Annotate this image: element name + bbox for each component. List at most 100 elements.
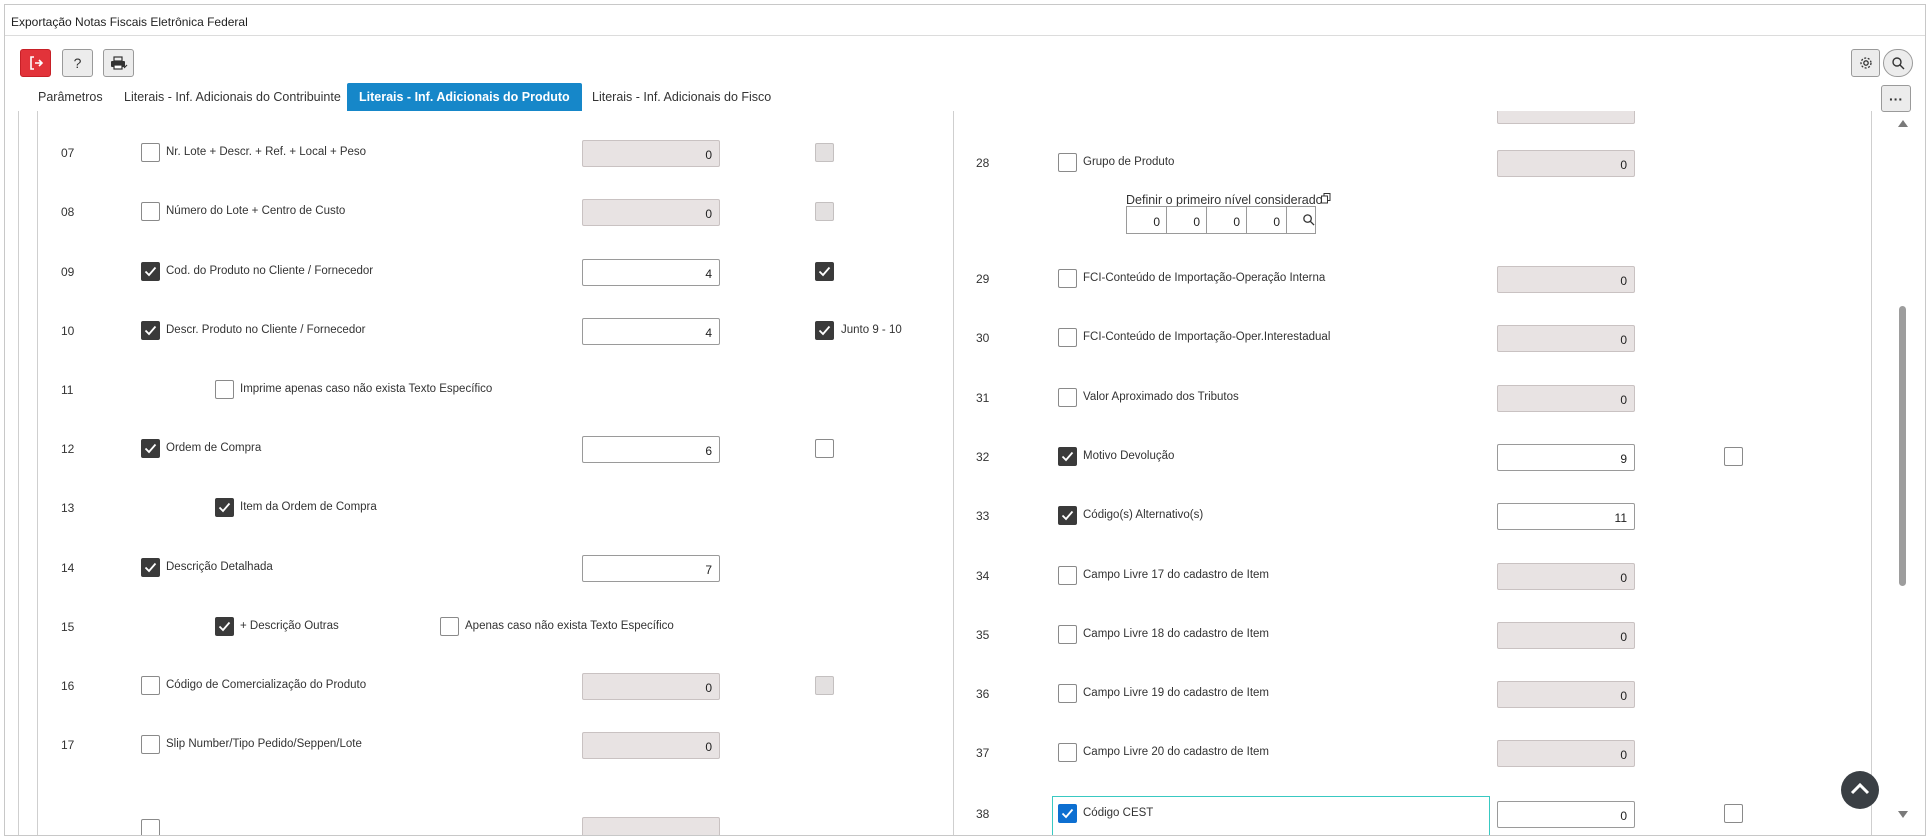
row-number: 35 xyxy=(976,628,990,642)
group-level-search-button[interactable] xyxy=(1286,206,1316,234)
tab-contribuinte[interactable]: Literais - Inf. Adicionais do Contribuin… xyxy=(112,83,353,111)
help-button[interactable]: ? xyxy=(62,49,93,77)
row-35-checkbox[interactable] xyxy=(1058,625,1077,644)
row-34-checkbox[interactable] xyxy=(1058,566,1077,585)
row-16-position-field: 0 xyxy=(582,673,720,700)
row-32-position-field[interactable]: 9 xyxy=(1497,444,1635,471)
row-09-checkbox[interactable] xyxy=(141,262,160,281)
row-32-extra-checkbox[interactable] xyxy=(1724,447,1743,466)
group-level-1[interactable]: 0 xyxy=(1126,206,1167,234)
row-07-label: Nr. Lote + Descr. + Ref. + Local + Peso xyxy=(166,146,367,158)
row-10-label: Descr. Produto no Cliente / Fornecedor xyxy=(166,324,366,336)
row-09-extra-checkbox[interactable] xyxy=(815,262,834,281)
row-12-extra-checkbox[interactable] xyxy=(815,439,834,458)
group-level-3[interactable]: 0 xyxy=(1206,206,1247,234)
row-number: 07 xyxy=(61,146,75,160)
row-33-checkbox[interactable] xyxy=(1058,506,1077,525)
row-number: 16 xyxy=(61,679,75,693)
tab-parametros[interactable]: Parâmetros xyxy=(26,83,115,111)
row-11-sub-label: Imprime apenas caso não exista Texto Esp… xyxy=(240,383,493,395)
row-28-checkbox[interactable] xyxy=(1058,153,1077,172)
row-number: 32 xyxy=(976,450,990,464)
row-33-position-field[interactable]: 11 xyxy=(1497,503,1635,530)
row-38-position-field[interactable]: 0 xyxy=(1497,801,1635,828)
left-section-border xyxy=(37,111,38,835)
row-07-checkbox[interactable] xyxy=(141,143,160,162)
row-13-sub-checkbox[interactable] xyxy=(215,498,234,517)
row-38-extra-checkbox[interactable] xyxy=(1724,804,1743,823)
exit-icon xyxy=(28,55,44,71)
print-button[interactable] xyxy=(103,49,134,77)
title-divider xyxy=(5,35,1925,36)
row-08-checkbox[interactable] xyxy=(141,202,160,221)
exit-button[interactable] xyxy=(20,49,51,77)
window-title: Exportação Notas Fiscais Eletrônica Fede… xyxy=(11,15,248,29)
row-34-position-field: 0 xyxy=(1497,563,1635,590)
row-35-position-field: 0 xyxy=(1497,622,1635,649)
row-29-checkbox[interactable] xyxy=(1058,269,1077,288)
search-button[interactable] xyxy=(1883,49,1913,77)
row-32-label: Motivo Devolução xyxy=(1083,450,1175,462)
row-33-label: Código(s) Alternativo(s) xyxy=(1083,509,1204,521)
more-button[interactable]: ··· xyxy=(1881,85,1911,112)
right-border xyxy=(1871,111,1872,835)
row-15-sub-checkbox[interactable] xyxy=(215,617,234,636)
row-number: 34 xyxy=(976,569,990,583)
row-17-label: Slip Number/Tipo Pedido/Seppen/Lote xyxy=(166,738,362,750)
row-12-checkbox[interactable] xyxy=(141,439,160,458)
row-16-label: Código de Comercialização do Produto xyxy=(166,679,367,691)
row-09-position-field[interactable]: 4 xyxy=(582,259,720,286)
group-level-label: Definir o primeiro nível considerado xyxy=(1126,193,1323,207)
row-31-label: Valor Aproximado dos Tributos xyxy=(1083,391,1239,403)
row-31-position-field: 0 xyxy=(1497,385,1635,412)
row-08-position-field: 0 xyxy=(582,199,720,226)
row-14-label: Descrição Detalhada xyxy=(166,561,273,573)
row-16-extra-checkbox xyxy=(815,676,834,695)
group-level-4[interactable]: 0 xyxy=(1246,206,1287,234)
row-number: 30 xyxy=(976,331,990,345)
row-16-checkbox[interactable] xyxy=(141,676,160,695)
row-30-checkbox[interactable] xyxy=(1058,328,1077,347)
row-11-sub-checkbox[interactable] xyxy=(215,380,234,399)
scroll-up-arrow[interactable] xyxy=(1895,115,1911,135)
row-08-extra-checkbox xyxy=(815,202,834,221)
row-07-position-field: 0 xyxy=(582,140,720,167)
row-09-label: Cod. do Produto no Cliente / Fornecedor xyxy=(166,265,374,277)
row-36-checkbox[interactable] xyxy=(1058,684,1077,703)
row-29-position-field: 0 xyxy=(1497,266,1635,293)
row-number: 36 xyxy=(976,687,990,701)
row-18-checkbox[interactable] xyxy=(141,819,160,835)
row-29-label: FCI-Conteúdo de Importação-Operação Inte… xyxy=(1083,272,1326,284)
scrollbar-thumb[interactable] xyxy=(1899,306,1906,586)
row-13-sub-label: Item da Ordem de Compra xyxy=(240,501,377,513)
settings-button[interactable] xyxy=(1851,49,1880,77)
row-14-position-field[interactable]: 7 xyxy=(582,555,720,582)
row-number: 08 xyxy=(61,205,75,219)
tab-fisco[interactable]: Literais - Inf. Adicionais do Fisco xyxy=(580,83,783,111)
tab-produto[interactable]: Literais - Inf. Adicionais do Produto xyxy=(347,83,582,111)
row-17-checkbox[interactable] xyxy=(141,735,160,754)
row-34-label: Campo Livre 17 do cadastro de Item xyxy=(1083,569,1270,581)
row-31-checkbox[interactable] xyxy=(1058,388,1077,407)
row-10-checkbox[interactable] xyxy=(141,321,160,340)
row-10-position-field[interactable]: 4 xyxy=(582,318,720,345)
row-number: 33 xyxy=(976,509,990,523)
app-window: Exportação Notas Fiscais Eletrônica Fede… xyxy=(4,4,1926,836)
scroll-to-top-button[interactable] xyxy=(1841,771,1879,809)
scrollbar[interactable] xyxy=(1895,111,1911,835)
row-36-position-field: 0 xyxy=(1497,681,1635,708)
row-number: 13 xyxy=(61,501,75,515)
group-level-2[interactable]: 0 xyxy=(1166,206,1207,234)
row-37-checkbox[interactable] xyxy=(1058,743,1077,762)
row-10-extra-checkbox[interactable] xyxy=(815,321,834,340)
scroll-down-arrow[interactable] xyxy=(1895,805,1911,825)
focused-row-outline xyxy=(1052,796,1490,835)
row-15-sub2-checkbox[interactable] xyxy=(440,617,459,636)
row-30-label: FCI-Conteúdo de Importação-Oper.Interest… xyxy=(1083,331,1331,343)
row-number: 10 xyxy=(61,324,75,338)
row-36-label: Campo Livre 19 do cadastro de Item xyxy=(1083,687,1270,699)
row-14-checkbox[interactable] xyxy=(141,558,160,577)
row-12-position-field[interactable]: 6 xyxy=(582,436,720,463)
row-32-checkbox[interactable] xyxy=(1058,447,1077,466)
copy-icon[interactable] xyxy=(1321,191,1331,209)
